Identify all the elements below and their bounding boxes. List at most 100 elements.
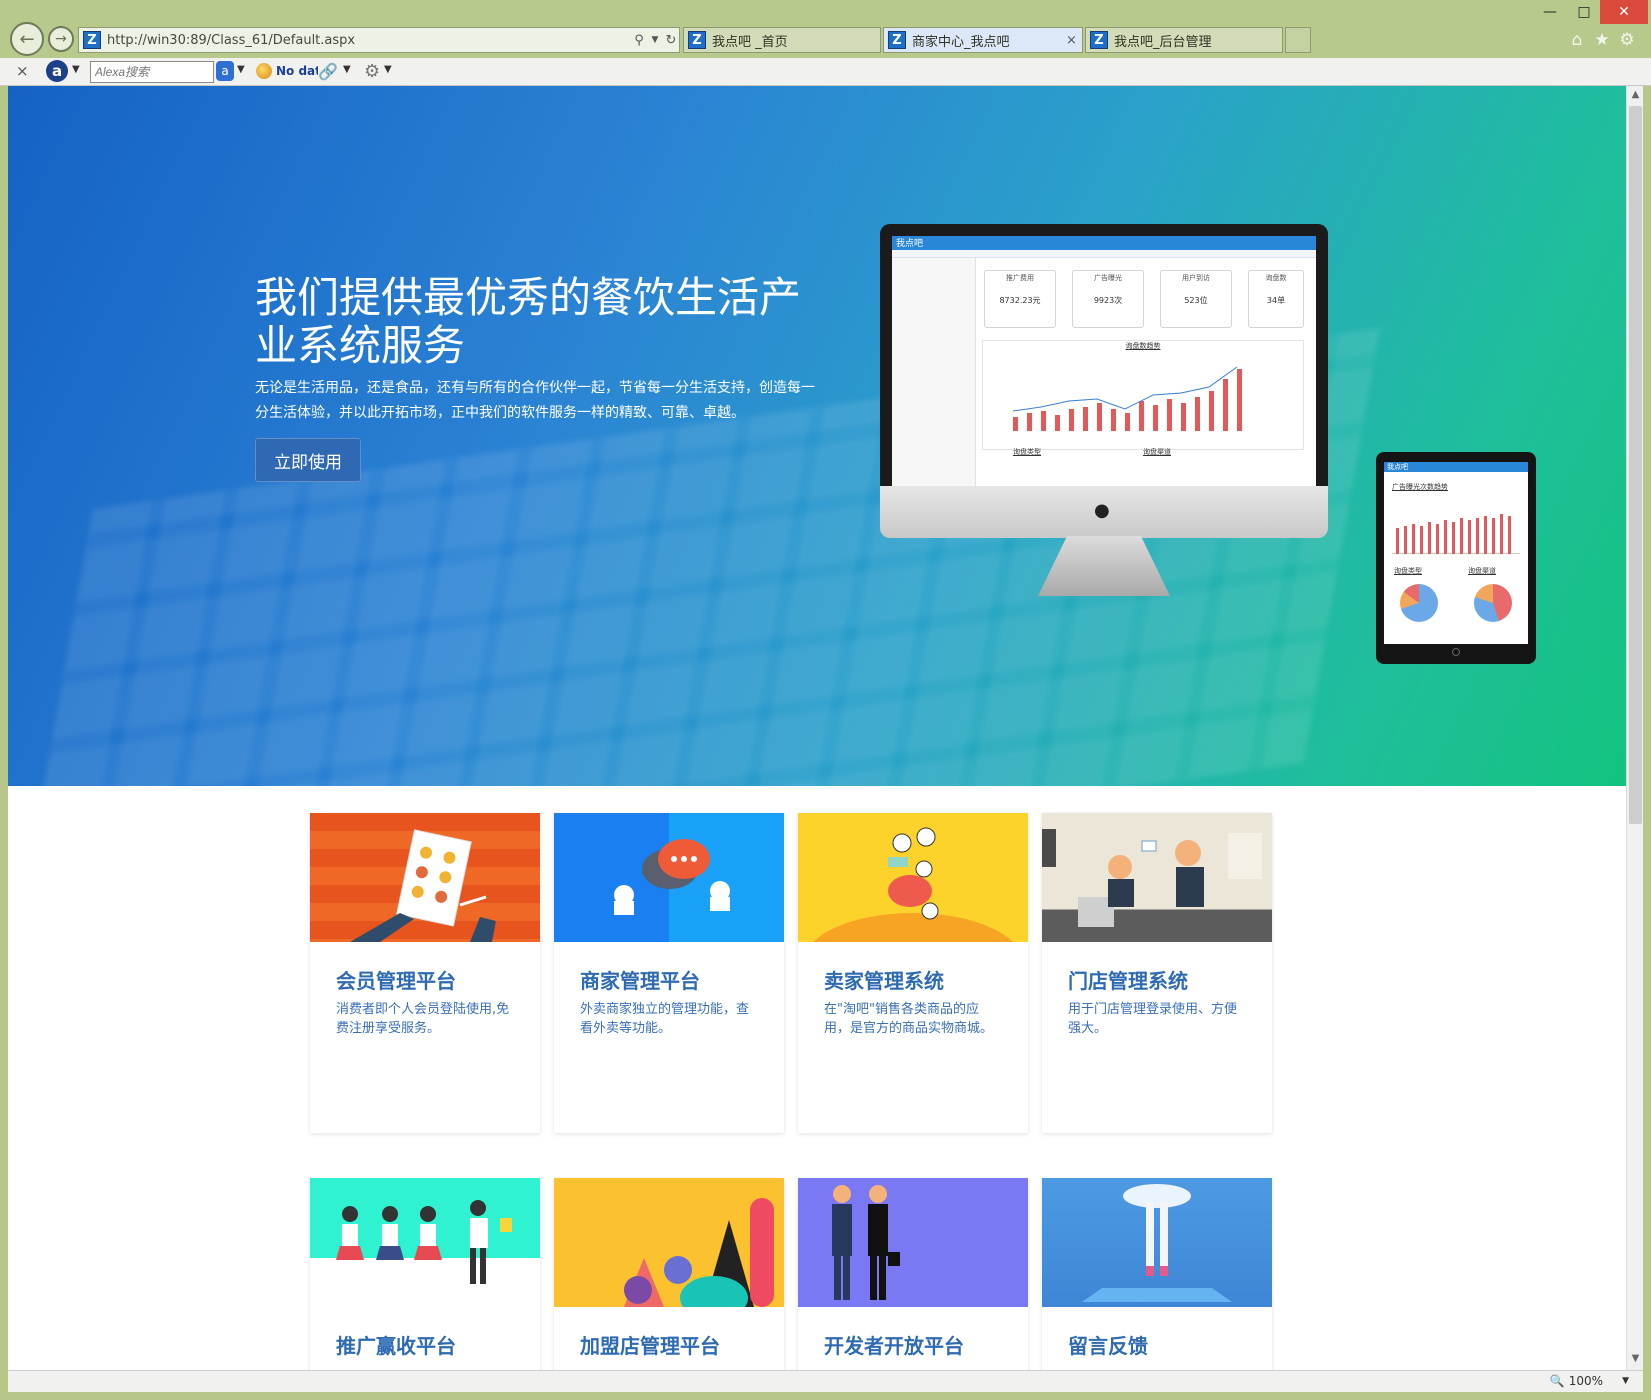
scroll-down-icon[interactable]: ▼: [1627, 1350, 1644, 1367]
minimize-icon: —: [1543, 4, 1557, 20]
dropdown-arrow-icon[interactable]: ▼: [647, 35, 663, 45]
refresh-icon[interactable]: ↻: [663, 33, 679, 48]
card-member-platform[interactable]: 会员管理平台 消费者即个人会员登陆使用,免费注册享受服务。: [310, 813, 540, 1133]
store-illustration: [1042, 813, 1272, 942]
card-description: 外卖商家独立的管理功能，查看外卖等功能。: [580, 1002, 750, 1036]
card-feedback[interactable]: 留言反馈: [1042, 1178, 1272, 1370]
monitor-subtitle: 询盘渠道: [1143, 448, 1171, 456]
zoom-level[interactable]: 🔍 100%: [1550, 1374, 1603, 1388]
gear-icon[interactable]: ⚙: [364, 61, 380, 82]
pie-chart: [1474, 584, 1512, 622]
browser-titlebar: ← → Z http://win30:89/Class_61/Default.a…: [0, 0, 1651, 58]
card-developer-platform[interactable]: 开发者开放平台: [798, 1178, 1028, 1370]
card-title[interactable]: 开发者开放平台: [824, 1330, 964, 1359]
scroll-thumb[interactable]: [1629, 106, 1642, 824]
monitor-sidebar: [892, 258, 976, 486]
franchise-illustration: [554, 1178, 784, 1307]
developer-illustration: [798, 1178, 1028, 1307]
command-toolbar: × a ▼ a ▼ No data 🔗 ▼ ⚙ ▼: [0, 58, 1651, 86]
close-window-button[interactable]: ✕: [1600, 0, 1648, 24]
tab-merchant-center[interactable]: Z 商家中心_我点吧 ×: [883, 27, 1083, 53]
card-description: 消费者即个人会员登陆使用,免费注册享受服务。: [336, 1002, 510, 1036]
settings-gear-icon[interactable]: ⚙: [1617, 30, 1637, 50]
monitor-chart: 询盘数趋势 询盘类型 询盘渠道: [982, 340, 1304, 456]
card-merchant-platform[interactable]: 商家管理平台 外卖商家独立的管理功能，查看外卖等功能。: [554, 813, 784, 1133]
hero-subtitle: 无论是生活用品，还是食品，还有与所有的合作伙伴一起，节省每一分生活支持，创造每一…: [255, 380, 815, 421]
tablet-screen: 我点吧 广告曝光次数趋势 询盘类型 询盘渠道: [1384, 462, 1528, 644]
hero-banner: 我们提供最优秀的餐饮生活产业系统服务 无论是生活用品，还是食品，还有与所有的合作…: [8, 86, 1626, 786]
merchant-illustration: [554, 813, 784, 942]
tablet-home-button: [1452, 648, 1460, 656]
zoom-dropdown-icon[interactable]: ▼: [1622, 1376, 1629, 1386]
tab-close-icon[interactable]: ×: [1066, 33, 1082, 48]
card-title[interactable]: 留言反馈: [1068, 1330, 1148, 1359]
card-title[interactable]: 门店管理系统: [1068, 965, 1188, 994]
dropdown-arrow-icon[interactable]: ▼: [237, 64, 245, 75]
monitor-brand: 我点吧: [892, 236, 1316, 250]
card-franchise-platform[interactable]: 加盟店管理平台: [554, 1178, 784, 1370]
new-tab-button[interactable]: [1285, 27, 1311, 53]
feedback-illustration: [1042, 1178, 1272, 1307]
tablet-subtitle: 询盘类型: [1394, 567, 1422, 575]
alexa-search-button[interactable]: a: [216, 61, 234, 81]
tablet-chart: [1392, 510, 1520, 554]
hero-title: 我们提供最优秀的餐饮生活产业系统服务: [255, 273, 802, 370]
maximize-icon: □: [1577, 4, 1591, 20]
tab-favicon-icon: Z: [688, 31, 706, 49]
card-description: 用于门店管理登录使用、方便强大。: [1068, 1002, 1238, 1036]
promotion-illustration: [310, 1178, 540, 1307]
tab-label: 我点吧_后台管理: [1114, 34, 1212, 50]
card-store-system[interactable]: 门店管理系统 用于门店管理登录使用、方便强大。: [1042, 813, 1272, 1133]
tablet-chart-title: 广告曝光次数趋势: [1392, 483, 1448, 491]
monitor-nav: [892, 250, 1316, 258]
card-title[interactable]: 商家管理平台: [580, 965, 700, 994]
address-bar[interactable]: Z http://win30:89/Class_61/Default.aspx …: [78, 27, 680, 53]
card-description: 在"淘吧"销售各类商品的应用，是官方的商品实物商城。: [824, 1002, 994, 1036]
dropdown-arrow-icon[interactable]: ▼: [343, 64, 351, 75]
monitor-screen: 我点吧 推广费用 8732.23元 广告曝光 9923次 用户到访 523位 询…: [892, 236, 1316, 486]
tab-label: 我点吧 _首页: [712, 34, 788, 50]
card-title[interactable]: 加盟店管理平台: [580, 1330, 720, 1359]
alexa-search-input[interactable]: [90, 61, 214, 83]
tab-home[interactable]: Z 我点吧 _首页: [683, 27, 881, 53]
monitor-stat-card: 广告曝光 9923次: [1072, 270, 1144, 328]
tablet-mockup: 我点吧 广告曝光次数趋势 询盘类型 询盘渠道: [1376, 452, 1536, 664]
zoom-label: 100%: [1568, 1374, 1603, 1388]
link-icon[interactable]: 🔗: [318, 62, 338, 81]
card-seller-system[interactable]: 卖家管理系统 在"淘吧"销售各类商品的应用，是官方的商品实物商城。: [798, 813, 1028, 1133]
favorites-star-icon[interactable]: ★: [1592, 30, 1612, 50]
no-data-label: No data: [276, 64, 318, 78]
card-title[interactable]: 会员管理平台: [336, 965, 456, 994]
back-arrow-icon: ←: [19, 28, 35, 50]
monitor-chart-title: 询盘数趋势: [1125, 342, 1161, 350]
card-promotion-platform[interactable]: 推广赢收平台: [310, 1178, 540, 1370]
tablet-chart-graphic: [1396, 514, 1511, 554]
status-bar: 🔍 100% ▼: [8, 1370, 1643, 1392]
scroll-up-icon[interactable]: ▲: [1627, 86, 1644, 103]
back-button[interactable]: ←: [10, 22, 44, 56]
dropdown-arrow-icon[interactable]: ▼: [72, 64, 80, 75]
card-title[interactable]: 卖家管理系统: [824, 965, 944, 994]
page-viewport: 我们提供最优秀的餐饮生活产业系统服务 无论是生活用品，还是食品，还有与所有的合作…: [8, 86, 1626, 1370]
card-title[interactable]: 推广赢收平台: [336, 1330, 456, 1359]
start-using-button[interactable]: 立即使用: [255, 438, 361, 482]
monitor-mockup: 我点吧 推广费用 8732.23元 广告曝光 9923次 用户到访 523位 询…: [880, 224, 1328, 538]
search-icon[interactable]: ⚲: [631, 33, 647, 48]
vertical-scrollbar[interactable]: ▲ ▼: [1626, 86, 1643, 1370]
forward-button[interactable]: →: [48, 26, 74, 52]
maximize-button[interactable]: □: [1564, 0, 1604, 24]
tab-label: 商家中心_我点吧: [912, 34, 1010, 50]
address-url[interactable]: http://win30:89/Class_61/Default.aspx: [107, 33, 631, 48]
tablet-brand: 我点吧: [1384, 462, 1528, 472]
close-icon: ✕: [1618, 4, 1630, 20]
member-illustration: [310, 813, 540, 942]
site-favicon-icon: Z: [83, 31, 101, 49]
monitor-stat-card: 推广费用 8732.23元: [984, 270, 1056, 328]
close-toolbar-icon[interactable]: ×: [16, 62, 29, 80]
zoom-magnifier-icon: 🔍: [1549, 1374, 1565, 1388]
tab-admin[interactable]: Z 我点吧_后台管理: [1085, 27, 1283, 53]
seller-illustration: [798, 813, 1028, 942]
home-icon[interactable]: ⌂: [1567, 30, 1587, 50]
alexa-icon[interactable]: a: [46, 60, 68, 82]
dropdown-arrow-icon[interactable]: ▼: [384, 64, 392, 75]
